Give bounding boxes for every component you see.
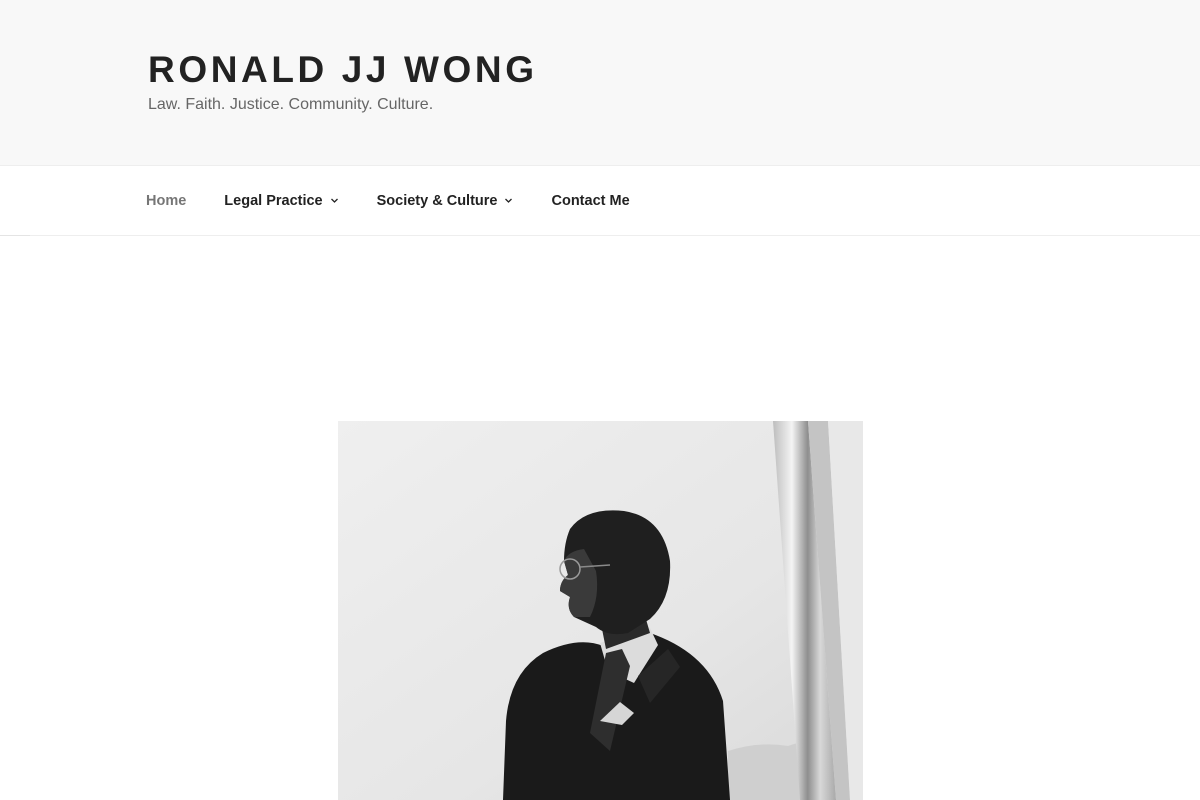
nav-item-label: Society & Culture — [376, 192, 498, 209]
chevron-down-icon — [504, 196, 513, 205]
chevron-down-icon — [330, 196, 339, 205]
nav-item-contact-me[interactable]: Contact Me — [551, 193, 629, 209]
nav-item-society-culture[interactable]: Society & Culture — [377, 193, 514, 209]
site-tagline: Law. Faith. Justice. Community. Culture. — [148, 96, 434, 113]
nav-item-legal-practice[interactable]: Legal Practice — [224, 193, 338, 209]
main-navigation: Home Legal Practice Society & Culture Co… — [0, 165, 1200, 236]
site-title[interactable]: RONALD JJ WONG — [148, 48, 538, 92]
nav-item-label: Legal Practice — [224, 192, 323, 209]
nav-item-label: Home — [146, 192, 187, 209]
site-header: RONALD JJ WONG Law. Faith. Justice. Comm… — [0, 0, 1200, 165]
nav-item-label: Contact Me — [551, 192, 630, 209]
nav-menu: Home Legal Practice Society & Culture Co… — [146, 166, 668, 235]
nav-item-home[interactable]: Home — [146, 193, 186, 209]
featured-portrait-image — [338, 421, 863, 800]
